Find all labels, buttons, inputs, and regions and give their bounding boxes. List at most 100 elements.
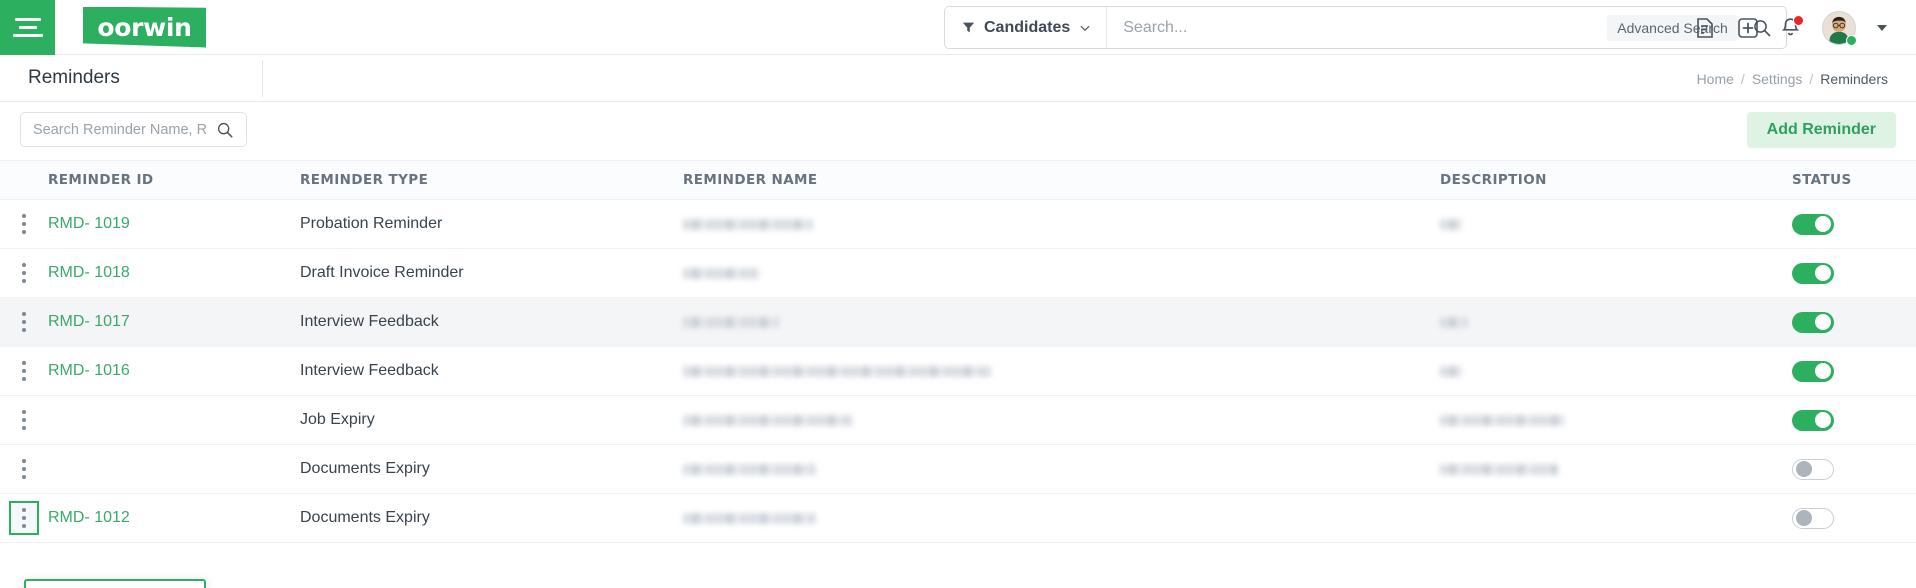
toggle-knob [1815, 412, 1831, 428]
avatar[interactable] [1822, 10, 1857, 46]
table-row[interactable]: Job Expiry [0, 396, 1916, 445]
global-search-input[interactable] [1107, 7, 1608, 48]
cell-reminder-type: Interview Feedback [300, 313, 439, 330]
toggle-knob [1815, 216, 1831, 232]
row-actions-kebab-icon[interactable] [13, 211, 35, 237]
hamburger-line [12, 33, 43, 37]
kebab-dot [22, 320, 26, 324]
cell-reminder-name-redacted [683, 267, 759, 279]
reminder-search-box [20, 112, 247, 147]
breadcrumb: Home / Settings / Reminders [1697, 55, 1888, 102]
notification-bell-icon[interactable] [1780, 14, 1804, 39]
list-toolbar: Add Reminder [0, 102, 1916, 160]
table-row[interactable]: RMD- 1012 Documents Expiry [0, 494, 1916, 543]
table-row[interactable]: RMD- 1018 Draft Invoice Reminder [0, 249, 1916, 298]
logo-text: oorwin [97, 12, 192, 42]
add-plus-icon[interactable] [1737, 17, 1759, 39]
status-toggle[interactable] [1792, 409, 1834, 431]
row-actions-kebab-icon[interactable] [13, 260, 35, 286]
kebab-dot [22, 263, 26, 267]
kebab-dot [22, 426, 26, 430]
kebab-dot [22, 328, 26, 332]
cell-reminder-name-redacted [683, 365, 991, 377]
cell-reminder-id[interactable]: RMD- 1012 [48, 509, 130, 526]
breadcrumb-item-reminders: Reminders [1820, 70, 1888, 87]
status-toggle[interactable] [1792, 311, 1834, 333]
row-actions-kebab-icon[interactable] [9, 501, 39, 535]
cell-reminder-type: Draft Invoice Reminder [300, 264, 464, 281]
online-status-dot [1846, 34, 1857, 46]
reminders-table: REMINDER ID REMINDER TYPE REMINDER NAME … [0, 160, 1916, 588]
profile-chevron-down-icon[interactable] [1877, 24, 1887, 31]
kebab-dot [22, 230, 26, 234]
kebab-dot [22, 369, 26, 373]
table-header-row: REMINDER ID REMINDER TYPE REMINDER NAME … [0, 160, 1916, 200]
reminder-search-submit[interactable] [216, 121, 246, 139]
breadcrumb-separator: / [1740, 70, 1745, 87]
status-toggle[interactable] [1792, 458, 1834, 480]
kebab-dot [22, 467, 26, 471]
page-title: Reminders [28, 67, 120, 88]
breadcrumb-item-home[interactable]: Home [1697, 71, 1734, 87]
cell-reminder-name-redacted [683, 316, 779, 328]
cell-reminder-type: Documents Expiry [300, 509, 430, 526]
kebab-dot [22, 508, 26, 512]
status-toggle[interactable] [1792, 213, 1834, 235]
reminder-search-input[interactable] [21, 113, 216, 146]
table-row[interactable]: RMD- 1016 Interview Feedback [0, 347, 1916, 396]
page-title-bar: Reminders Home / Settings / Reminders [0, 55, 1916, 102]
cell-reminder-name-redacted [683, 463, 816, 475]
title-divider [262, 60, 263, 97]
cell-reminder-type: Documents Expiry [300, 460, 430, 477]
row-actions-kebab-icon[interactable] [13, 407, 35, 433]
toggle-knob [1815, 314, 1831, 330]
status-toggle[interactable] [1792, 262, 1834, 284]
breadcrumb-separator: / [1809, 70, 1814, 87]
cell-reminder-type: Job Expiry [300, 411, 375, 428]
kebab-dot [22, 524, 26, 528]
kebab-dot [22, 459, 26, 463]
global-search-bar: Candidates Advanced Search [944, 6, 1787, 49]
kebab-dot [22, 516, 26, 520]
column-header-status: STATUS [1792, 172, 1852, 188]
add-reminder-button[interactable]: Add Reminder [1746, 112, 1896, 148]
cell-reminder-type: Probation Reminder [300, 215, 443, 232]
status-toggle[interactable] [1792, 360, 1834, 382]
notification-badge [1793, 14, 1804, 26]
breadcrumb-item-settings[interactable]: Settings [1752, 71, 1803, 87]
row-context-menu: Edit Delete Clone [24, 579, 206, 588]
cell-reminder-name-redacted [683, 512, 816, 524]
cell-description-redacted [1440, 316, 1468, 328]
cell-reminder-id[interactable]: RMD- 1019 [48, 215, 130, 232]
cell-reminder-name-redacted [683, 218, 813, 230]
cell-reminder-id[interactable]: RMD- 1016 [48, 362, 130, 379]
kebab-dot [22, 279, 26, 283]
hamburger-line [14, 17, 41, 21]
kebab-dot [22, 418, 26, 422]
cell-reminder-id[interactable]: RMD- 1018 [48, 264, 130, 281]
hamburger-line [18, 25, 37, 29]
search-category-dropdown[interactable]: Candidates [945, 7, 1108, 48]
search-icon [217, 122, 233, 138]
table-row[interactable]: Documents Expiry [0, 445, 1916, 494]
oorwin-logo[interactable]: oorwin [83, 6, 206, 48]
cell-reminder-id[interactable]: RMD- 1017 [48, 313, 130, 330]
report-icon[interactable] [1694, 17, 1716, 39]
row-actions-kebab-icon[interactable] [13, 456, 35, 482]
table-row[interactable]: RMD- 1019 Probation Reminder [0, 200, 1916, 249]
row-actions-kebab-icon[interactable] [13, 358, 35, 384]
kebab-dot [22, 312, 26, 316]
kebab-dot [22, 377, 26, 381]
toggle-knob [1815, 265, 1831, 281]
cell-description-redacted [1440, 218, 1462, 230]
column-header-reminder-type: REMINDER TYPE [300, 172, 429, 188]
search-category-label: Candidates [984, 18, 1071, 36]
toggle-knob [1796, 510, 1812, 526]
kebab-dot [22, 222, 26, 226]
hamburger-menu-icon[interactable] [0, 0, 55, 55]
row-actions-kebab-icon[interactable] [13, 309, 35, 335]
kebab-dot [22, 271, 26, 275]
table-row[interactable]: RMD- 1017 Interview Feedback [0, 298, 1916, 347]
table-body: RMD- 1019 Probation Reminder RMD- 1018 Draf… [0, 200, 1916, 543]
status-toggle[interactable] [1792, 507, 1834, 529]
